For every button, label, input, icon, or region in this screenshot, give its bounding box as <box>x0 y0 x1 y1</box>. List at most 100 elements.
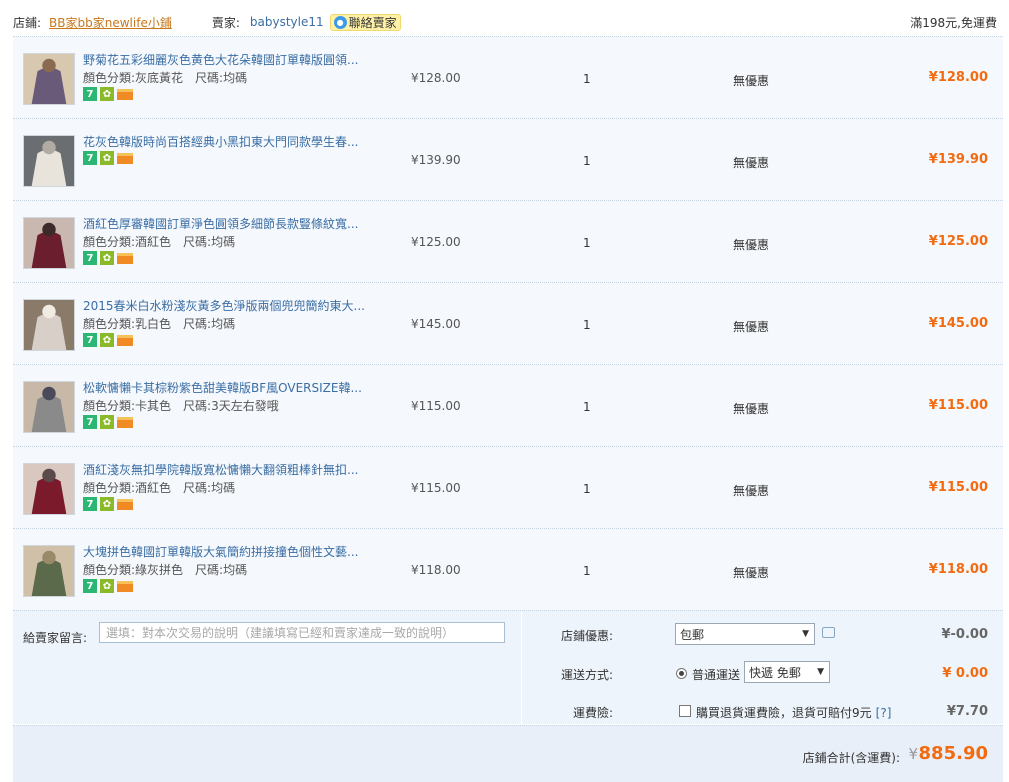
item-subtotal: ¥128.00 <box>928 70 988 85</box>
product-title-link[interactable]: 2015春米白水粉淺灰黃多色淨版兩個兜兜簡約東大... <box>83 297 373 314</box>
item-row: 酒紅淺灰無扣學院韓版寬松慵懶大翻領粗棒針無扣... 顏色分類:酒紅色 尺碼:均碼 … <box>13 446 1003 528</box>
product-attributes: 顏色分類:酒紅色 尺碼:均碼 <box>83 233 235 250</box>
seven-day-return-icon[interactable]: 7 <box>83 497 97 511</box>
shipping-method-select[interactable]: 快遞 免郵 ▼ <box>744 661 830 683</box>
contact-seller-button[interactable]: ● 聯絡賣家 <box>329 13 401 31</box>
insurance-checkbox[interactable] <box>679 705 691 717</box>
product-color: 顏色分類:灰底黃花 <box>83 71 184 85</box>
product-title-link[interactable]: 酒紅色厚審韓國訂單淨色圓領多細節長款豎條紋寬... <box>83 215 373 232</box>
service-badges: 7 ✿ <box>83 151 133 165</box>
product-thumbnail[interactable] <box>23 545 75 597</box>
unit-price: ¥139.90 <box>411 153 461 167</box>
item-subtotal: ¥118.00 <box>928 562 988 577</box>
product-thumbnail[interactable] <box>23 135 75 187</box>
shop-header: 店鋪: BB家bb家newlife小鋪 賣家: babystyle11 ● 聯絡… <box>13 10 1003 34</box>
product-thumbnail[interactable] <box>23 463 75 515</box>
quantity: 1 <box>583 72 591 86</box>
credit-card-icon[interactable] <box>117 417 133 428</box>
service-badges: 7 ✿ <box>83 251 133 265</box>
item-subtotal: ¥139.90 <box>928 152 988 167</box>
chat-icon[interactable] <box>822 627 835 638</box>
insurance-checkbox-label: 購買退貨運費險，退貨可賠付9元 [?] <box>696 704 891 721</box>
unit-price: ¥145.00 <box>411 317 461 331</box>
normal-shipping-radio[interactable] <box>676 668 687 679</box>
chat-bubble-icon: ● <box>333 15 347 29</box>
product-thumbnail[interactable] <box>23 53 75 105</box>
insurance-row: 運費險: 購買退貨運費險，退貨可賠付9元 [?] ¥7.70 <box>522 699 1003 725</box>
product-attributes: 顏色分類:酒紅色 尺碼:均碼 <box>83 479 235 496</box>
service-badges: 7 ✿ <box>83 333 133 347</box>
guarantee-icon[interactable]: ✿ <box>100 333 114 347</box>
contact-seller-label: 聯絡賣家 <box>348 15 397 30</box>
product-image <box>24 464 74 514</box>
seven-day-return-icon[interactable]: 7 <box>83 333 97 347</box>
product-title-link[interactable]: 大塊拼色韓國訂單韓版大氣簡約拼接撞色個性文藝... <box>83 543 373 560</box>
chevron-down-icon: ▼ <box>802 629 809 639</box>
product-title-link[interactable]: 松軟慵懶卡其棕粉紫色甜美韓版BF風OVERSIZE韓... <box>83 379 373 396</box>
shipping-amount: ¥ 0.00 <box>942 666 988 681</box>
guarantee-icon[interactable]: ✿ <box>100 251 114 265</box>
shipping-row: 運送方式: 普通運送 快遞 免郵 ▼ ¥ 0.00 <box>522 654 1003 692</box>
guarantee-icon[interactable]: ✿ <box>100 151 114 165</box>
service-badges: 7 ✿ <box>83 579 133 593</box>
guarantee-icon[interactable]: ✿ <box>100 87 114 101</box>
credit-card-icon[interactable] <box>117 499 133 510</box>
seven-day-return-icon[interactable]: 7 <box>83 151 97 165</box>
insurance-label: 運費險: <box>572 706 613 720</box>
seven-day-return-icon[interactable]: 7 <box>83 415 97 429</box>
shipping-method-selected: 快遞 免郵 <box>749 665 801 680</box>
item-subtotal: ¥115.00 <box>928 480 988 495</box>
product-thumbnail[interactable] <box>23 299 75 351</box>
item-row: 花灰色韓版時尚百搭經典小黑扣東大門同款學生春... 7 ✿ ¥139.90 1 … <box>13 118 1003 200</box>
quantity: 1 <box>583 154 591 168</box>
discount-status: 無優惠 <box>733 238 770 252</box>
credit-card-icon[interactable] <box>117 335 133 346</box>
credit-card-icon[interactable] <box>117 153 133 164</box>
shop-discount-select[interactable]: 包郵 ▼ <box>675 623 815 645</box>
product-attributes: 顏色分類:乳白色 尺碼:均碼 <box>83 315 235 332</box>
product-thumbnail[interactable] <box>23 381 75 433</box>
product-title-link[interactable]: 花灰色韓版時尚百搭經典小黑扣東大門同款學生春... <box>83 133 373 150</box>
insurance-help-link[interactable]: [?] <box>876 706 892 720</box>
product-color: 顏色分類:卡其色 <box>83 399 172 413</box>
product-image <box>24 136 74 186</box>
quantity: 1 <box>583 564 591 578</box>
seven-day-return-icon[interactable]: 7 <box>83 579 97 593</box>
discount-status: 無優惠 <box>733 320 770 334</box>
item-row: 酒紅色厚審韓國訂單淨色圓領多細節長款豎條紋寬... 顏色分類:酒紅色 尺碼:均碼 … <box>13 200 1003 282</box>
quantity: 1 <box>583 236 591 250</box>
credit-card-icon[interactable] <box>117 581 133 592</box>
chevron-down-icon: ▼ <box>817 667 824 677</box>
discount-status: 無優惠 <box>733 402 770 416</box>
product-title-link[interactable]: 酒紅淺灰無扣學院韓版寬松慵懶大翻領粗棒針無扣... <box>83 461 373 478</box>
product-thumbnail[interactable] <box>23 217 75 269</box>
shop-discount-label: 店鋪優惠: <box>560 629 613 643</box>
credit-card-icon[interactable] <box>117 253 133 264</box>
credit-card-icon[interactable] <box>117 89 133 100</box>
discount-status: 無優惠 <box>733 156 770 170</box>
guarantee-icon[interactable]: ✿ <box>100 579 114 593</box>
insurance-amount: ¥7.70 <box>946 704 988 719</box>
shop-discount-row: 店鋪優惠: 包郵 ▼ ¥-0.00 <box>522 615 1003 653</box>
product-image <box>24 546 74 596</box>
product-title-link[interactable]: 野菊花五彩细麗灰色黄色大花朵韓國訂單韓版圓領... <box>83 51 373 68</box>
item-row: 野菊花五彩细麗灰色黄色大花朵韓國訂單韓版圓領... 顏色分類:灰底黃花 尺碼:均碼… <box>13 36 1003 118</box>
message-to-seller-input[interactable] <box>99 622 505 643</box>
seller-name-link[interactable]: babystyle11 <box>250 15 324 29</box>
item-row: 松軟慵懶卡其棕粉紫色甜美韓版BF風OVERSIZE韓... 顏色分類:卡其色 尺碼… <box>13 364 1003 446</box>
seven-day-return-icon[interactable]: 7 <box>83 87 97 101</box>
item-subtotal: ¥115.00 <box>928 398 988 413</box>
unit-price: ¥115.00 <box>411 481 461 495</box>
product-size: 尺碼:均碼 <box>183 481 236 495</box>
service-badges: 7 ✿ <box>83 415 133 429</box>
shop-total-bar: 店鋪合計(含運費): ¥ 885.90 <box>13 725 1003 782</box>
unit-price: ¥115.00 <box>411 399 461 413</box>
product-color: 顏色分類:綠灰拼色 <box>83 563 184 577</box>
free-shipping-note: 滿198元,免運費 <box>910 15 997 30</box>
seven-day-return-icon[interactable]: 7 <box>83 251 97 265</box>
guarantee-icon[interactable]: ✿ <box>100 497 114 511</box>
shop-name-link[interactable]: BB家bb家newlife小鋪 <box>49 14 172 31</box>
guarantee-icon[interactable]: ✿ <box>100 415 114 429</box>
product-color: 顏色分類:酒紅色 <box>83 235 172 249</box>
product-size: 尺碼:均碼 <box>195 71 248 85</box>
